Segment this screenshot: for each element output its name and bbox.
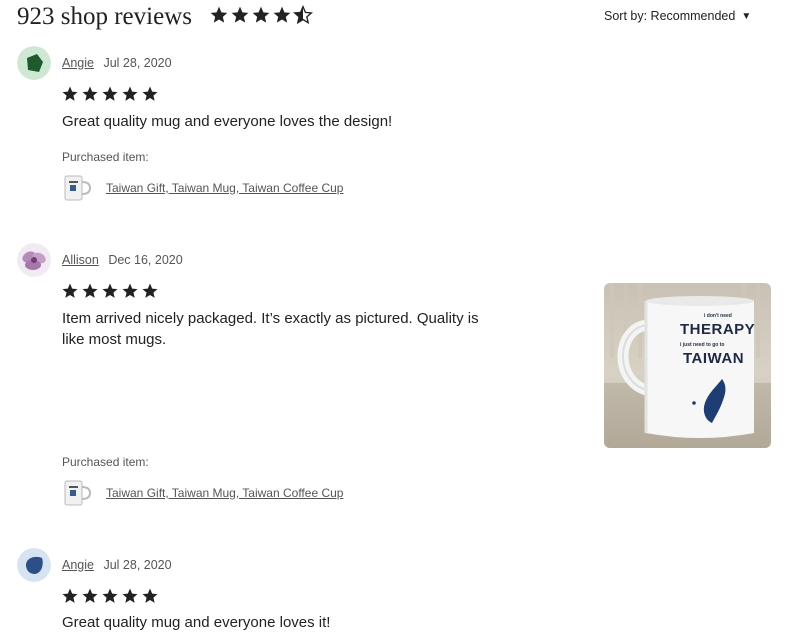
reviewer-name-link[interactable]: Allison: [62, 253, 99, 267]
mug-text-line: THERAPY: [680, 321, 756, 338]
review-text-line: Item arrived nicely packaged. It’s exact…: [62, 310, 479, 327]
avatar[interactable]: [17, 243, 51, 277]
review-stars: [61, 282, 159, 302]
review-date: Jul 28, 2020: [103, 56, 172, 70]
star-icon: [82, 86, 98, 101]
purchased-item-label: Purchased item:: [62, 150, 149, 164]
mug-text-line: i just need to go to: [680, 342, 725, 348]
avatar[interactable]: [17, 46, 51, 80]
star-icon: [62, 283, 78, 298]
star-icon: [142, 86, 158, 101]
star-icon: [142, 588, 158, 603]
reviews-title: 923 shop reviews: [17, 3, 192, 30]
avatar[interactable]: [17, 548, 51, 582]
star-icon: [102, 283, 118, 298]
star-icon: [62, 86, 78, 101]
star-icon: [62, 588, 78, 603]
star-icon: [231, 6, 249, 23]
review-text: Great quality mug and everyone loves the…: [62, 113, 393, 130]
review-photo[interactable]: i don't need THERAPY i just need to go t…: [604, 283, 771, 448]
mug-thumbnail-icon[interactable]: [62, 173, 94, 203]
mug-text-line: i don't need: [704, 313, 732, 319]
review-text: Item arrived nicely packaged. It’s exact…: [62, 308, 479, 350]
sort-label: Sort by: Recommended: [604, 9, 736, 23]
star-icon: [252, 6, 270, 23]
purchased-item[interactable]: Taiwan Gift, Taiwan Mug, Taiwan Coffee C…: [62, 478, 343, 508]
review-text: Great quality mug and everyone loves it!: [62, 614, 331, 631]
star-icon: [82, 588, 98, 603]
review-meta: Allison Dec 16, 2020: [62, 253, 183, 267]
chevron-down-icon: ▼: [741, 10, 752, 22]
purchased-item-link[interactable]: Taiwan Gift, Taiwan Mug, Taiwan Coffee C…: [106, 486, 343, 500]
star-icon: [210, 6, 228, 23]
star-icon: [122, 283, 138, 298]
review-meta: Angie Jul 28, 2020: [62, 56, 172, 70]
purchased-item-link[interactable]: Taiwan Gift, Taiwan Mug, Taiwan Coffee C…: [106, 181, 343, 195]
star-icon: [122, 86, 138, 101]
mug-thumbnail-icon[interactable]: [62, 478, 94, 508]
star-icon: [273, 6, 291, 23]
purchased-item[interactable]: Taiwan Gift, Taiwan Mug, Taiwan Coffee C…: [62, 173, 343, 203]
review-text-line: like most mugs.: [62, 331, 167, 348]
star-icon: [142, 283, 158, 298]
star-icon: [82, 283, 98, 298]
half-star-icon: [293, 5, 313, 25]
star-icon: [102, 588, 118, 603]
sort-dropdown[interactable]: Sort by: Recommended ▼: [604, 9, 751, 23]
purchased-item-label: Purchased item:: [62, 455, 149, 469]
reviews-header: 923 shop reviews Sort by: Recommended ▼: [0, 0, 795, 36]
reviewer-name-link[interactable]: Angie: [62, 558, 94, 572]
review-meta: Angie Jul 28, 2020: [62, 558, 172, 572]
reviewer-name-link[interactable]: Angie: [62, 56, 94, 70]
star-icon: [122, 588, 138, 603]
mug-text-line: TAIWAN: [683, 350, 745, 367]
review-stars: [61, 587, 159, 607]
overall-rating-stars: [209, 5, 313, 29]
review-stars: [61, 85, 159, 105]
review-date: Jul 28, 2020: [103, 558, 172, 572]
review-date: Dec 16, 2020: [108, 253, 183, 267]
star-icon: [102, 86, 118, 101]
